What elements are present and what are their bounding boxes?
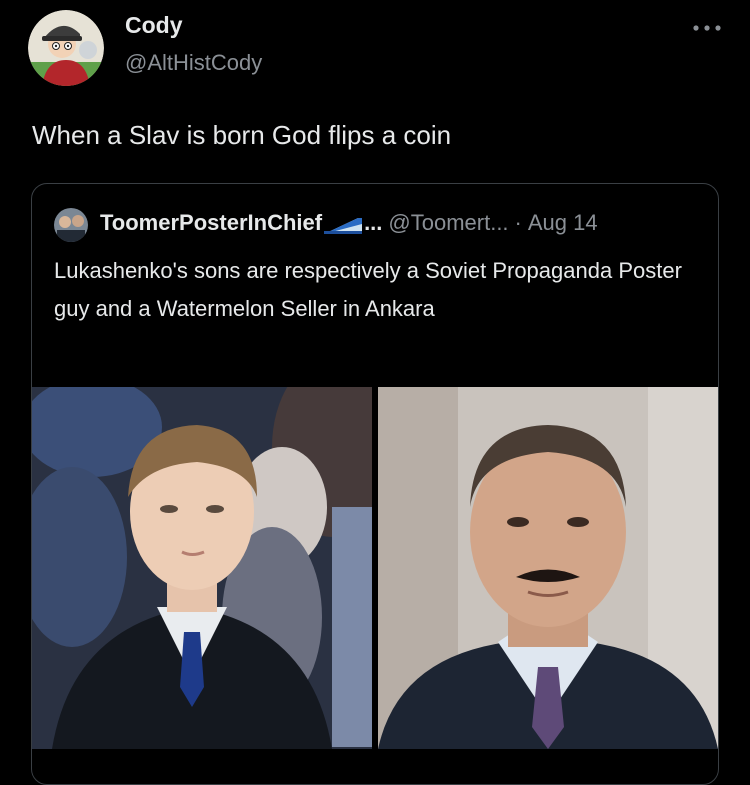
quoted-tweet-media — [32, 387, 718, 749]
quoted-author-name[interactable]: ToomerPosterInChief — [100, 210, 322, 236]
more-options-button[interactable] — [690, 18, 724, 38]
name-ellipsis: ... — [364, 210, 383, 235]
quoted-tweet-card[interactable]: ToomerPosterInChief ... @Toomert... · Au… — [31, 183, 719, 785]
quoted-tweet-text: Lukashenko's sons are respectively a Sov… — [54, 258, 682, 321]
flag-emoji-icon — [324, 214, 363, 234]
tweet-text: When a Slav is born God flips a coin — [32, 120, 452, 150]
header-separator: · — [514, 210, 522, 235]
media-image-1[interactable] — [32, 387, 372, 749]
author-display-name[interactable]: Cody — [125, 12, 183, 39]
quoted-tweet-date[interactable]: Aug 14 — [528, 210, 598, 236]
more-dots-icon — [693, 25, 721, 31]
quoted-tweet-header: ToomerPosterInChief ... @Toomert... · Au… — [100, 210, 598, 236]
author-avatar[interactable] — [28, 10, 104, 86]
quoted-author-avatar[interactable] — [54, 208, 88, 242]
media-image-2[interactable] — [378, 387, 718, 749]
quoted-author-handle[interactable]: @Toomert... — [388, 210, 508, 236]
author-handle[interactable]: @AltHistCody — [125, 50, 262, 76]
